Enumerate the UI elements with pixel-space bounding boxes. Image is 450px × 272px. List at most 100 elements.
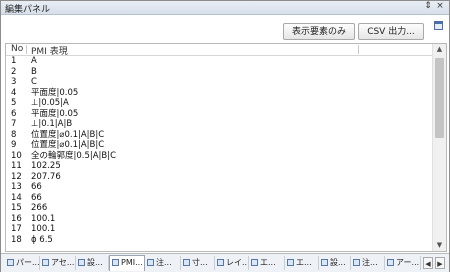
row-pmi-text: A [31, 56, 37, 66]
csv-export-button[interactable]: CSV 出力... [358, 23, 424, 40]
row-number: 13 [11, 182, 22, 192]
row-pmi-text: 平面度|0.05 [31, 87, 79, 98]
tab-2[interactable]: アセ... [40, 256, 76, 270]
table-row[interactable]: 8 位置度|⌀0.1|A|B|C [6, 130, 432, 141]
row-number: 5 [11, 98, 17, 108]
tab-label: PMI... [121, 258, 143, 267]
row-number: 18 [11, 234, 22, 245]
row-number: 10 [11, 150, 22, 161]
column-divider[interactable] [358, 45, 359, 54]
table-row[interactable]: 7 ⊥|0.1|A|B [6, 119, 432, 130]
tab-label: パー... [16, 258, 40, 267]
document-icon [78, 259, 85, 266]
scroll-thumb[interactable] [435, 58, 444, 138]
row-number: 8 [11, 129, 17, 140]
table-row[interactable]: 5 ⊥|0.05|A [6, 98, 432, 109]
tab-label: 寸... [192, 258, 208, 267]
row-pmi-text: 100.1 [31, 224, 56, 234]
table-row[interactable]: 6 平面度|0.05 [6, 109, 432, 120]
table-row[interactable]: 9 位置度|⌀0.1|A|B|C [6, 140, 432, 151]
table-row[interactable]: 4 平面度|0.05 [6, 88, 432, 99]
column-divider[interactable] [26, 45, 27, 54]
document-icon [251, 259, 258, 266]
scroll-down-icon[interactable]: ▼ [433, 240, 446, 251]
tab-next-button[interactable]: ▶ [435, 257, 445, 269]
layout-icon[interactable] [434, 21, 443, 30]
row-number: 11 [11, 161, 22, 171]
tab-label: 設... [87, 258, 103, 267]
row-pmi-text: 102.25 [31, 161, 61, 171]
table-row[interactable]: 3C [6, 77, 432, 88]
tab-3[interactable]: 設... [76, 256, 109, 270]
table-row[interactable]: 14 66 [6, 193, 432, 204]
document-icon [42, 259, 49, 266]
table-row[interactable]: 10 全の輪郭度|0.5|A|B|C [6, 151, 432, 162]
row-pmi-text: B [31, 66, 37, 77]
table-row[interactable]: 2B [6, 67, 432, 78]
document-icon [112, 259, 119, 266]
tab-11[interactable]: 注... [351, 256, 385, 270]
row-number: 14 [11, 192, 22, 203]
document-icon [387, 259, 394, 266]
row-pmi-text: 100.1 [31, 213, 56, 224]
show-elements-only-button[interactable]: 表示要素のみ [283, 23, 355, 40]
row-pmi-text: 位置度|⌀0.1|A|B|C [31, 140, 105, 150]
tab-label: アセ... [51, 258, 75, 267]
tab-label: レイ... [226, 258, 249, 267]
tab-9[interactable]: エ... [285, 256, 319, 270]
tab-10[interactable]: 設... [319, 256, 351, 270]
tab-label: アー... [396, 258, 420, 267]
row-number: 2 [11, 66, 17, 77]
tab-4[interactable]: PMI... [109, 255, 145, 271]
tab-8[interactable]: エ... [249, 256, 285, 270]
row-pmi-text: 平面度|0.05 [31, 108, 79, 119]
tab-label: エ... [296, 258, 312, 267]
row-number: 7 [11, 119, 17, 129]
table-row[interactable]: 12 207.76 [6, 172, 432, 183]
tab-bar: ◀ ▶ パー... アセ... 設... PMI... 注... 寸... レイ... エ..… [1, 253, 449, 272]
table-row[interactable]: 1A [6, 56, 432, 67]
row-number: 17 [11, 224, 22, 234]
tab-7[interactable]: レイ... [215, 256, 249, 270]
row-pmi-text: 66 [31, 182, 42, 192]
document-icon [217, 259, 224, 266]
tab-1[interactable]: パー... [5, 256, 40, 270]
title-bar: 編集パネル ⇕ × [1, 1, 449, 15]
document-icon [183, 259, 190, 266]
row-pmi-text: ⊥|0.05|A [31, 98, 69, 108]
row-pmi-text: C [31, 77, 37, 87]
row-number: 12 [11, 171, 22, 182]
close-icon[interactable]: × [435, 1, 445, 11]
table-row[interactable]: 11 102.25 [6, 161, 432, 172]
table-row[interactable]: 18 ϕ 6.5 [6, 235, 432, 246]
tab-prev-button[interactable]: ◀ [423, 257, 433, 269]
tab-12[interactable]: アー... [385, 256, 421, 270]
table-row[interactable]: 17 100.1 [6, 224, 432, 235]
pmi-list[interactable]: No PMI 表現 1 A 2 B 3 C 4 平面度|0.05 5 ⊥|0.05|A 6 平面度|0… [5, 43, 447, 252]
column-header-no[interactable]: No [11, 44, 23, 54]
document-icon [287, 259, 294, 266]
table-row[interactable]: 16 100.1 [6, 214, 432, 225]
table-row[interactable]: 13 66 [6, 182, 432, 193]
row-pmi-text: ⊥|0.1|A|B [31, 119, 73, 129]
row-pmi-text: 位置度|⌀0.1|A|B|C [31, 129, 105, 140]
window-title: 編集パネル [5, 5, 51, 15]
vertical-scrollbar[interactable]: ▲ ▼ [432, 44, 446, 251]
row-pmi-text: 66 [31, 192, 42, 203]
table-row[interactable]: 15 266 [6, 203, 432, 214]
tab-5[interactable]: 注... [145, 256, 181, 270]
row-number: 16 [11, 213, 22, 224]
toolbar: 表示要素のみ CSV 出力... [1, 15, 449, 43]
row-number: 9 [11, 140, 17, 150]
pin-icon[interactable]: ⇕ [423, 1, 433, 11]
row-pmi-text: 266 [31, 203, 48, 213]
row-pmi-text: 全の輪郭度|0.5|A|B|C [31, 150, 117, 161]
row-number: 15 [11, 203, 22, 213]
row-pmi-text: ϕ 6.5 [31, 234, 53, 245]
tab-6[interactable]: 寸... [181, 256, 215, 270]
list-rows: 1 A 2 B 3 C 4 平面度|0.05 5 ⊥|0.05|A 6 平面度|0.05 7 ⊥|0.1|… [6, 56, 432, 245]
scroll-up-icon[interactable]: ▲ [433, 44, 446, 55]
document-icon [321, 259, 328, 266]
edit-panel-window: 編集パネル ⇕ × 表示要素のみ CSV 出力... No PMI 表現 1A2… [0, 0, 450, 272]
row-number: 6 [11, 108, 17, 119]
